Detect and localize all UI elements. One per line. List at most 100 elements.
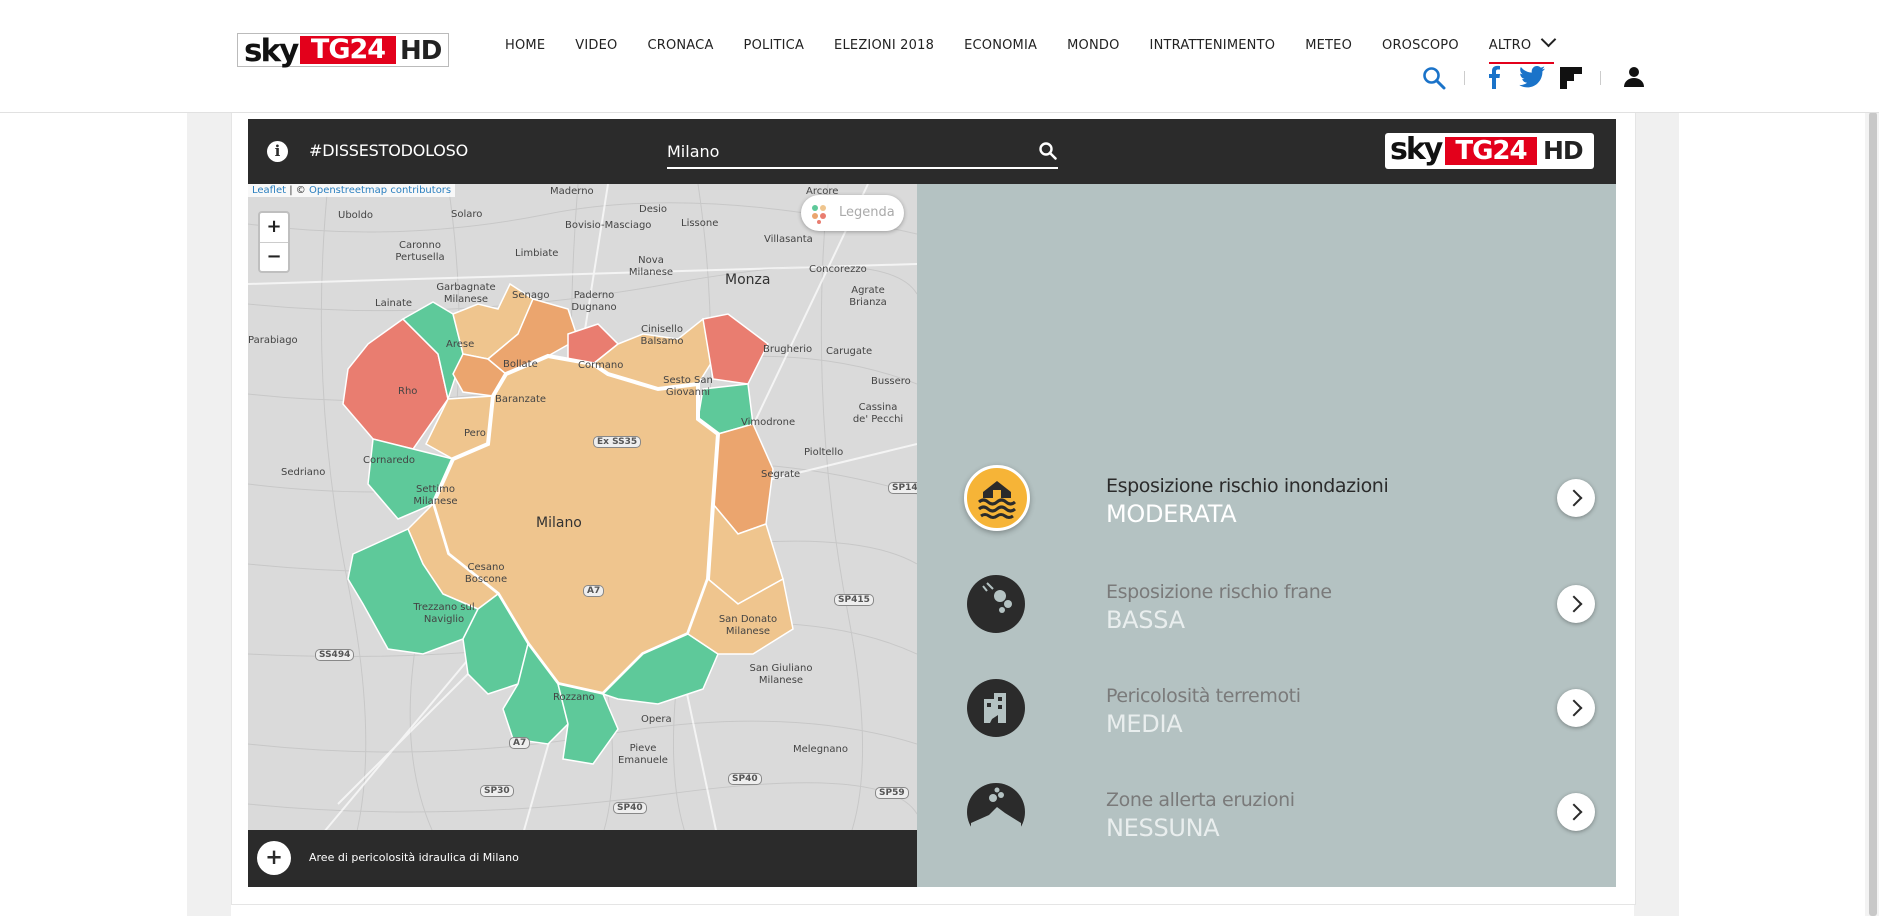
- nav-altro-label: ALTRO: [1488, 38, 1532, 53]
- search-icon[interactable]: [1038, 141, 1058, 161]
- city-search: [667, 137, 1058, 169]
- place-label: Opera: [641, 714, 672, 725]
- place-label: San Giuliano Milanese: [749, 663, 813, 686]
- risk-detail-button[interactable]: [1557, 793, 1595, 831]
- road-shield: SP40: [728, 773, 762, 785]
- risk-title: Pericolosità terremoti: [1106, 685, 1301, 707]
- icon-divider: [1464, 71, 1465, 85]
- risk-row-volcano[interactable]: Zone allerta eruzioni NESSUNA: [917, 772, 1616, 852]
- flood-icon: [964, 465, 1030, 531]
- logo-hd-text: HD: [400, 36, 442, 66]
- risk-title: Esposizione rischio frane: [1106, 581, 1332, 603]
- place-label: San Donato Milanese: [718, 614, 778, 637]
- nav-altro[interactable]: ALTRO: [1488, 31, 1557, 64]
- road-shield: SS494: [315, 649, 355, 661]
- place-label: Maderno: [550, 186, 594, 197]
- map-footer-bar: + Aree di pericolosità idraulica di Mila…: [248, 830, 917, 887]
- header-icons: [1420, 63, 1650, 93]
- road-shield: SP59: [875, 787, 909, 799]
- place-label: Carugate: [826, 346, 873, 357]
- earthquake-icon: [967, 679, 1025, 737]
- place-label: Cinisello Balsamo: [640, 324, 684, 347]
- road-shield: SP415: [834, 594, 874, 606]
- user-icon[interactable]: [1623, 66, 1645, 88]
- landslide-icon: [967, 575, 1025, 633]
- nav-video[interactable]: VIDEO: [575, 38, 617, 62]
- scrollbar-thumb[interactable]: [1869, 112, 1877, 916]
- risk-row-flood[interactable]: Esposizione rischio inondazioni MODERATA: [917, 458, 1616, 538]
- nav-meteo[interactable]: METEO: [1305, 38, 1352, 62]
- place-label: Uboldo: [338, 210, 374, 221]
- widget-toolbar: i #DISSESTODOLOSO sky TG24 HD: [248, 119, 1616, 184]
- legend-label: Legenda: [839, 205, 895, 220]
- widget-logo: sky TG24 HD: [1385, 132, 1594, 169]
- place-label: Lainate: [375, 298, 413, 309]
- city-search-input[interactable]: [667, 140, 1017, 162]
- facebook-icon[interactable]: [1487, 65, 1501, 89]
- place-label: Monza: [725, 272, 771, 288]
- nav-home[interactable]: HOME: [505, 38, 545, 62]
- place-label: Cassina de' Pecchi: [852, 402, 904, 425]
- road-shield: A7: [583, 585, 605, 597]
- zoom-out-button[interactable]: −: [260, 242, 288, 272]
- place-label: Garbagnate Milanese: [436, 282, 496, 305]
- nav-intrattenimento[interactable]: INTRATTENIMENTO: [1150, 38, 1276, 62]
- hazard-map[interactable]: Leaflet | © Openstreetmap contributors M…: [248, 184, 917, 887]
- nav-mondo[interactable]: MONDO: [1067, 38, 1119, 62]
- risk-row-landslide[interactable]: Esposizione rischio frane BASSA: [917, 564, 1616, 644]
- icon-divider: [1600, 71, 1601, 85]
- place-label: Rozzano: [553, 692, 595, 703]
- risk-detail-button[interactable]: [1557, 689, 1595, 727]
- nav-elezioni-2018[interactable]: ELEZIONI 2018: [834, 38, 934, 62]
- map-caption: Aree di pericolosità idraulica di Milano: [309, 851, 519, 864]
- risk-detail-button[interactable]: [1557, 479, 1595, 517]
- risk-title: Zone allerta eruzioni: [1106, 789, 1295, 811]
- nav-politica[interactable]: POLITICA: [744, 38, 805, 62]
- place-label: Caronno Pertusella: [395, 240, 445, 263]
- flipboard-icon[interactable]: [1560, 67, 1582, 89]
- risk-detail-button[interactable]: [1557, 585, 1595, 623]
- chevron-down-icon: [1541, 31, 1557, 48]
- map-attribution: Leaflet | © Openstreetmap contributors: [248, 184, 456, 197]
- risk-panel: Esposizione rischio inondazioni MODERATA…: [917, 184, 1616, 887]
- logo-sky-text: sky: [244, 33, 299, 69]
- risk-value: MEDIA: [1106, 710, 1183, 738]
- place-label: Senago: [512, 290, 550, 301]
- place-label: Cesano Boscone: [464, 562, 508, 585]
- place-label: Melegnano: [793, 744, 848, 755]
- expand-button[interactable]: +: [257, 841, 291, 875]
- search-icon[interactable]: [1422, 66, 1446, 90]
- logo-hd-text: HD: [1543, 136, 1584, 165]
- place-label: Villasanta: [764, 234, 813, 245]
- zoom-in-button[interactable]: +: [260, 213, 288, 242]
- place-label: Trezzano sul Naviglio: [413, 602, 475, 625]
- place-label: Pieve Emanuele: [618, 743, 668, 766]
- info-icon[interactable]: i: [267, 141, 288, 162]
- leaflet-link[interactable]: Leaflet: [252, 185, 286, 196]
- site-header: sky TG24 HD HOME VIDEO CRONACA POLITICA …: [0, 0, 1879, 113]
- risk-row-earthquake[interactable]: Pericolosità terremoti MEDIA: [917, 668, 1616, 748]
- place-label: Nova Milanese: [628, 255, 674, 278]
- logo-tg-text: TG24: [1445, 137, 1537, 165]
- place-label: Pioltello: [804, 447, 844, 458]
- osm-link[interactable]: Openstreetmap contributors: [309, 185, 451, 196]
- road-shield: SP40: [613, 802, 647, 814]
- place-label: Parabiago: [248, 335, 298, 346]
- road-shield: A7: [509, 737, 531, 749]
- twitter-icon[interactable]: [1519, 66, 1545, 88]
- nav-oroscopo[interactable]: OROSCOPO: [1382, 38, 1459, 62]
- place-label: Sedriano: [281, 467, 326, 478]
- risk-title: Esposizione rischio inondazioni: [1106, 475, 1389, 497]
- place-label: Cornaredo: [363, 455, 416, 466]
- place-label: Cormano: [578, 360, 624, 371]
- place-label: Pero: [464, 428, 486, 439]
- place-label: Baranzate: [495, 394, 547, 405]
- place-label: Vimodrone: [741, 417, 796, 428]
- site-logo[interactable]: sky TG24 HD: [237, 33, 449, 69]
- nav-cronaca[interactable]: CRONACA: [647, 38, 713, 62]
- place-label: Concorezzo: [809, 264, 867, 275]
- page-gutter-left: [187, 112, 231, 916]
- hashtag-title: #DISSESTODOLOSO: [309, 141, 468, 160]
- legend-button[interactable]: Legenda: [801, 195, 904, 231]
- nav-economia[interactable]: ECONOMIA: [964, 38, 1037, 62]
